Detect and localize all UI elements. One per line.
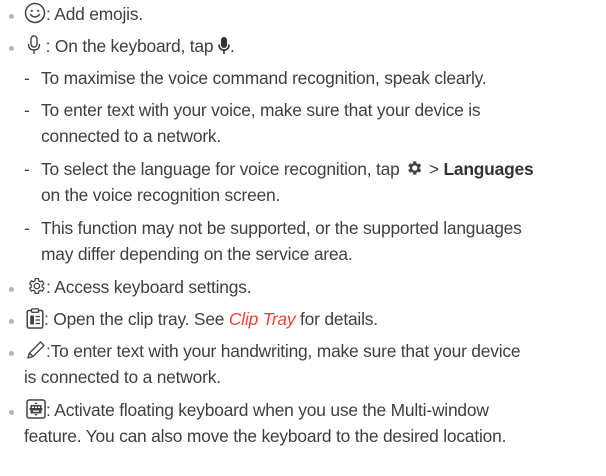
list-item-handwriting-cont: is connected to a network.	[24, 367, 221, 387]
microphone-outline-icon	[27, 35, 41, 55]
gear-icon	[404, 159, 424, 177]
bullet	[9, 351, 14, 356]
list-item-emoji: : Add emojis.	[24, 1, 143, 27]
voice-description: : On the keyboard, tap	[45, 36, 214, 56]
list-item-handwriting: :To enter text with your handwriting, ma…	[26, 338, 521, 364]
pen-icon	[26, 340, 46, 360]
bullet	[9, 46, 14, 51]
clip-tray-icon	[26, 308, 44, 329]
emoji-description: : Add emojis.	[46, 4, 143, 24]
microphone-filled-icon	[218, 36, 230, 55]
list-item-floating-keyboard: : Activate floating keyboard when you us…	[26, 397, 489, 423]
settings-gear-outline-icon	[26, 276, 46, 296]
bullet	[9, 287, 14, 292]
bullet	[9, 319, 14, 324]
list-item-settings: : Access keyboard settings.	[26, 274, 252, 300]
settings-description: : Access keyboard settings.	[46, 277, 252, 297]
floating-keyboard-icon	[26, 399, 46, 420]
smiley-icon	[24, 2, 46, 24]
list-item-voice: : On the keyboard, tap .	[27, 33, 235, 59]
clip-tray-link[interactable]: Clip Tray	[229, 309, 296, 329]
bullet	[9, 410, 14, 415]
list-item-clip-tray: : Open the clip tray. See Clip Tray for …	[26, 306, 378, 332]
bullet	[9, 14, 14, 19]
list-item-floating-keyboard-cont: feature. You can also move the keyboard …	[24, 426, 507, 446]
document-page: : Add emojis. : On the keyboard, tap . -…	[0, 0, 606, 476]
